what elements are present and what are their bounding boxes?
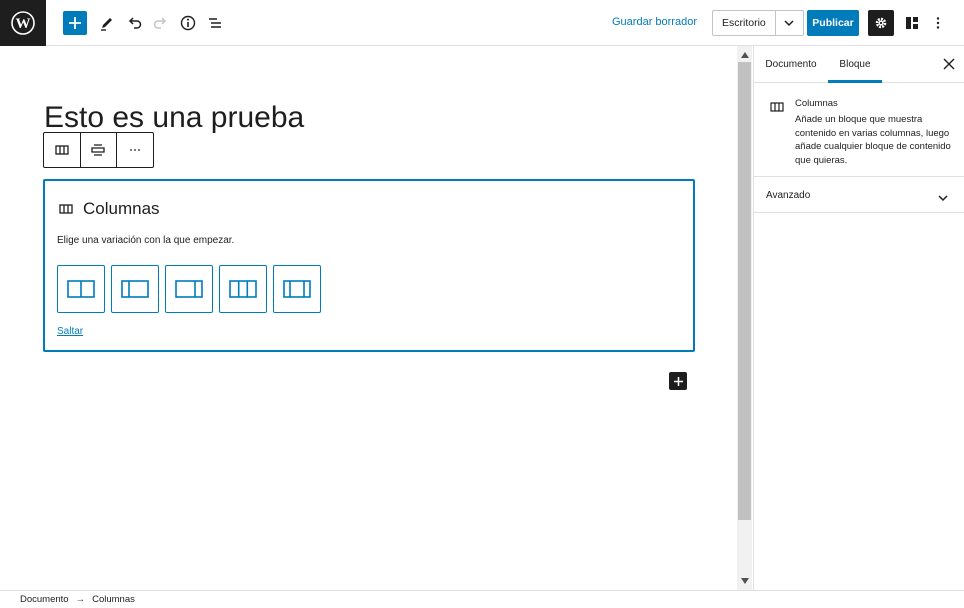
preview-label[interactable]: Escritorio <box>712 10 776 36</box>
svg-text:W: W <box>16 16 31 32</box>
list-view-icon <box>209 18 221 28</box>
block-card-title: Columnas <box>795 98 838 109</box>
block-inserter-layout-button[interactable] <box>900 10 924 36</box>
save-draft-button[interactable]: Guardar borrador <box>612 16 697 28</box>
columns-25-50-25-icon <box>283 280 311 298</box>
list-view-button[interactable] <box>202 10 228 36</box>
skip-link[interactable]: Saltar <box>57 326 83 337</box>
preview-dropdown[interactable]: Escritorio <box>712 10 804 36</box>
scroll-down-arrow-icon[interactable] <box>737 574 752 588</box>
chevron-down-icon <box>784 20 794 27</box>
panel-advanced-title: Avanzado <box>766 190 811 201</box>
columns-icon <box>770 100 784 119</box>
variation-50-50-button[interactable] <box>57 265 105 313</box>
block-card: Columnas Añade un bloque que muestra con… <box>754 83 964 177</box>
columns-placeholder: Columnas Elige una variación con la que … <box>43 179 695 352</box>
editor-canvas: Esto es una prueba Columnas Elige una va… <box>0 46 737 590</box>
columns-66-33-icon <box>175 280 203 298</box>
edit-pencil-icon <box>101 18 112 31</box>
block-toolbar <box>43 132 154 168</box>
columns-icon <box>59 204 73 214</box>
close-icon <box>943 58 955 70</box>
align-button[interactable] <box>81 133 117 167</box>
variation-picker <box>57 265 321 313</box>
columns-icon <box>55 145 69 155</box>
publish-button[interactable]: Publicar <box>807 10 859 36</box>
plus-icon <box>673 376 683 386</box>
panel-advanced[interactable]: Avanzado <box>754 177 964 213</box>
undo-button[interactable] <box>121 10 147 36</box>
settings-sidebar: Documento Bloque Columnas Añade un bloqu… <box>753 46 964 590</box>
more-menu-button[interactable] <box>928 10 948 36</box>
columns-33-33-33-icon <box>229 280 257 298</box>
editor-scrollbar[interactable] <box>737 46 752 590</box>
breadcrumb: Documento → Columnas <box>20 594 135 605</box>
sidebar-tabs: Documento Bloque <box>754 46 964 83</box>
post-title[interactable]: Esto es una prueba <box>44 101 304 135</box>
layout-icon <box>906 17 918 29</box>
breadcrumb-columns[interactable]: Columnas <box>92 594 135 605</box>
placeholder-instructions: Elige una variación con la que empezar. <box>57 235 235 246</box>
breadcrumb-document[interactable]: Documento <box>20 594 69 605</box>
wordpress-logo-icon[interactable]: W <box>0 0 46 46</box>
more-horizontal-icon <box>130 149 141 151</box>
variation-25-50-25-button[interactable] <box>273 265 321 313</box>
variation-33-33-33-button[interactable] <box>219 265 267 313</box>
placeholder-title: Columnas <box>83 199 160 218</box>
breadcrumb-separator: → <box>75 594 86 605</box>
columns-33-66-icon <box>121 280 149 298</box>
undo-icon <box>128 17 142 29</box>
more-options-button[interactable] <box>117 133 153 167</box>
columns-50-50-icon <box>67 280 95 298</box>
variation-33-66-button[interactable] <box>111 265 159 313</box>
variation-66-33-button[interactable] <box>165 265 213 313</box>
close-sidebar-button[interactable] <box>940 55 958 73</box>
info-icon <box>180 15 196 31</box>
placeholder-header: Columnas <box>59 199 160 219</box>
block-card-description: Añade un bloque que muestra contenido en… <box>795 114 951 166</box>
tools-edit-button[interactable] <box>94 10 120 36</box>
more-vertical-icon <box>936 17 940 29</box>
block-inserter-button[interactable] <box>669 372 687 390</box>
redo-icon <box>153 17 167 29</box>
align-icon <box>91 144 106 156</box>
settings-button[interactable] <box>868 10 894 36</box>
tab-block[interactable]: Bloque <box>828 46 882 83</box>
plus-icon <box>69 17 81 29</box>
editor-header: W Guardar borrador Escritorio Publicar <box>0 0 964 46</box>
tab-document[interactable]: Documento <box>754 46 828 83</box>
preview-toggle[interactable] <box>775 10 804 36</box>
gear-icon <box>875 17 887 29</box>
editor-footer: Documento → Columnas <box>0 590 964 608</box>
block-type-button[interactable] <box>44 133 80 167</box>
scroll-thumb[interactable] <box>738 62 751 520</box>
chevron-down-icon <box>937 190 949 208</box>
scroll-up-arrow-icon[interactable] <box>737 48 752 62</box>
add-block-button[interactable] <box>63 11 87 35</box>
redo-button[interactable] <box>148 10 174 36</box>
details-button[interactable] <box>175 10 201 36</box>
